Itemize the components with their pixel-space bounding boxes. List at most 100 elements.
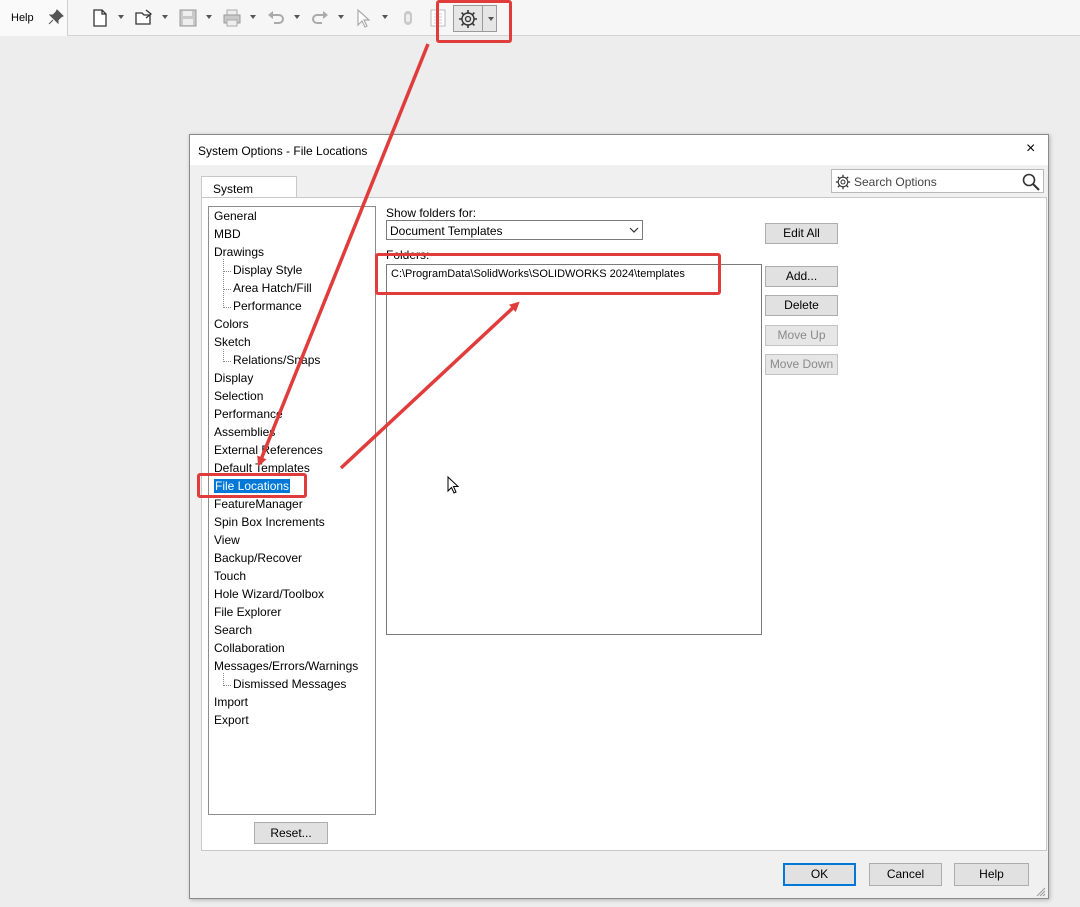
tree-item[interactable]: File Explorer [214, 604, 281, 621]
move-down-button[interactable]: Move Down [765, 354, 838, 375]
reset-button[interactable]: Reset... [254, 822, 328, 844]
tab-system-options[interactable]: System Options [201, 176, 297, 210]
close-icon[interactable]: × [1026, 141, 1035, 157]
help-tab[interactable]: Help [0, 0, 68, 36]
select-icon[interactable] [354, 8, 374, 28]
tree-item[interactable]: Relations/Snaps [233, 352, 320, 369]
options-split-divider [482, 6, 483, 31]
tree-item-label: Default Templates [214, 461, 310, 475]
tree-item[interactable]: FeatureManager [214, 496, 303, 513]
tree-item[interactable]: Performance [214, 406, 283, 423]
tree-item[interactable]: Search [214, 622, 252, 639]
tree-item[interactable]: Display [214, 370, 253, 387]
tree-item-label: Messages/Errors/Warnings [214, 659, 359, 673]
tree-item-label: Display Style [233, 263, 303, 277]
undo-dropdown-arrow[interactable] [294, 15, 300, 19]
options-button[interactable] [453, 5, 497, 32]
undo-icon[interactable] [266, 8, 286, 28]
tree-item[interactable]: Default Templates [214, 460, 310, 477]
tree-connector [223, 673, 224, 686]
tree-item[interactable]: Spin Box Increments [214, 514, 325, 531]
save-dropdown-arrow[interactable] [206, 15, 212, 19]
tree-item-label: External References [214, 443, 323, 457]
open-icon[interactable] [134, 8, 154, 28]
delete-button[interactable]: Delete [765, 295, 838, 316]
edit-all-button[interactable]: Edit All [765, 223, 838, 244]
tree-item-label: Colors [214, 317, 249, 331]
search-icon[interactable] [1022, 173, 1040, 191]
open-dropdown-arrow[interactable] [162, 15, 168, 19]
tree-connector [223, 685, 231, 686]
tree-item[interactable]: General [214, 208, 257, 225]
tree-item-label: Display [214, 371, 254, 385]
search-options-field[interactable]: Search Options [831, 169, 1044, 193]
tree-item-label: Export [214, 713, 249, 727]
move-up-button[interactable]: Move Up [765, 325, 838, 346]
tree-item[interactable]: Messages/Errors/Warnings [214, 658, 358, 675]
tree-item-label: Sketch [214, 335, 251, 349]
tree-item[interactable]: Area Hatch/Fill [233, 280, 312, 297]
tree-item-label: Hole Wizard/Toolbox [214, 587, 325, 601]
new-dropdown-arrow[interactable] [118, 15, 124, 19]
tree-item-label: Dismissed Messages [233, 677, 347, 691]
tree-item[interactable]: Backup/Recover [214, 550, 302, 567]
tree-item[interactable]: External References [214, 442, 323, 459]
redo-icon[interactable] [310, 8, 330, 28]
print-icon[interactable] [222, 8, 242, 28]
save-icon[interactable] [178, 8, 198, 28]
tree-item[interactable]: Sketch [214, 334, 251, 351]
pin-icon[interactable] [48, 9, 64, 25]
tree-item[interactable]: File Locations [214, 478, 291, 495]
tree-item-label: Collaboration [214, 641, 285, 655]
tree-item[interactable]: Performance [233, 298, 302, 315]
show-folders-label: Show folders for: [386, 206, 477, 220]
tree-item[interactable]: Selection [214, 388, 263, 405]
new-document-icon[interactable] [90, 8, 110, 28]
tree-item[interactable]: Drawings [214, 244, 264, 261]
tree-item[interactable]: Export [214, 712, 249, 729]
add-button[interactable]: Add... [765, 266, 838, 287]
print-dropdown-arrow[interactable] [250, 15, 256, 19]
help-button[interactable]: Help [954, 863, 1029, 886]
show-folders-select[interactable]: Document Templates [386, 220, 643, 240]
redo-dropdown-arrow[interactable] [338, 15, 344, 19]
tree-item-label: File Locations [214, 479, 291, 493]
tree-item-label: Assemblies [214, 425, 276, 439]
rebuild-icon[interactable] [398, 8, 418, 28]
tree-item[interactable]: Display Style [233, 262, 302, 279]
tree-item-label: Selection [214, 389, 264, 403]
folders-list[interactable]: C:\ProgramData\SolidWorks\SOLIDWORKS 202… [386, 264, 762, 635]
dialog-title-bar[interactable]: System Options - File Locations × [190, 135, 1048, 165]
tree-item[interactable]: View [214, 532, 240, 549]
tree-item[interactable]: MBD [214, 226, 241, 243]
select-dropdown-arrow[interactable] [382, 15, 388, 19]
resize-grip-icon[interactable] [1036, 887, 1046, 897]
tree-item-label: Spin Box Increments [214, 515, 325, 529]
options-tree[interactable]: General MBD Drawings Display Style Area Hatc… [208, 206, 376, 815]
tree-item[interactable]: Colors [214, 316, 249, 333]
cancel-button[interactable]: Cancel [869, 863, 942, 886]
folders-label: Folders: [386, 248, 430, 262]
folder-path-item[interactable]: C:\ProgramData\SolidWorks\SOLIDWORKS 202… [391, 268, 685, 280]
tree-connector [223, 289, 231, 290]
chevron-down-icon [629, 227, 639, 233]
file-properties-icon[interactable] [428, 8, 448, 28]
tree-item[interactable]: Collaboration [214, 640, 285, 657]
tree-connector [223, 259, 224, 308]
tree-connector [223, 307, 231, 308]
ok-button[interactable]: OK [783, 863, 856, 886]
options-dropdown-arrow[interactable] [488, 17, 494, 21]
tree-item[interactable]: Hole Wizard/Toolbox [214, 586, 324, 603]
search-placeholder: Search Options [854, 175, 937, 189]
tree-item-label: Search [214, 623, 253, 637]
tree-item-label: Performance [214, 407, 283, 421]
gear-icon [835, 174, 851, 190]
tree-item[interactable]: Touch [214, 568, 246, 585]
tree-item[interactable]: Assemblies [214, 424, 275, 441]
tree-item-label: Import [214, 695, 249, 709]
tree-item-label: Drawings [214, 245, 265, 259]
help-tab-label: Help [11, 12, 34, 24]
tree-item[interactable]: Import [214, 694, 248, 711]
tree-item[interactable]: Dismissed Messages [233, 676, 346, 693]
mouse-cursor-icon [447, 476, 460, 494]
